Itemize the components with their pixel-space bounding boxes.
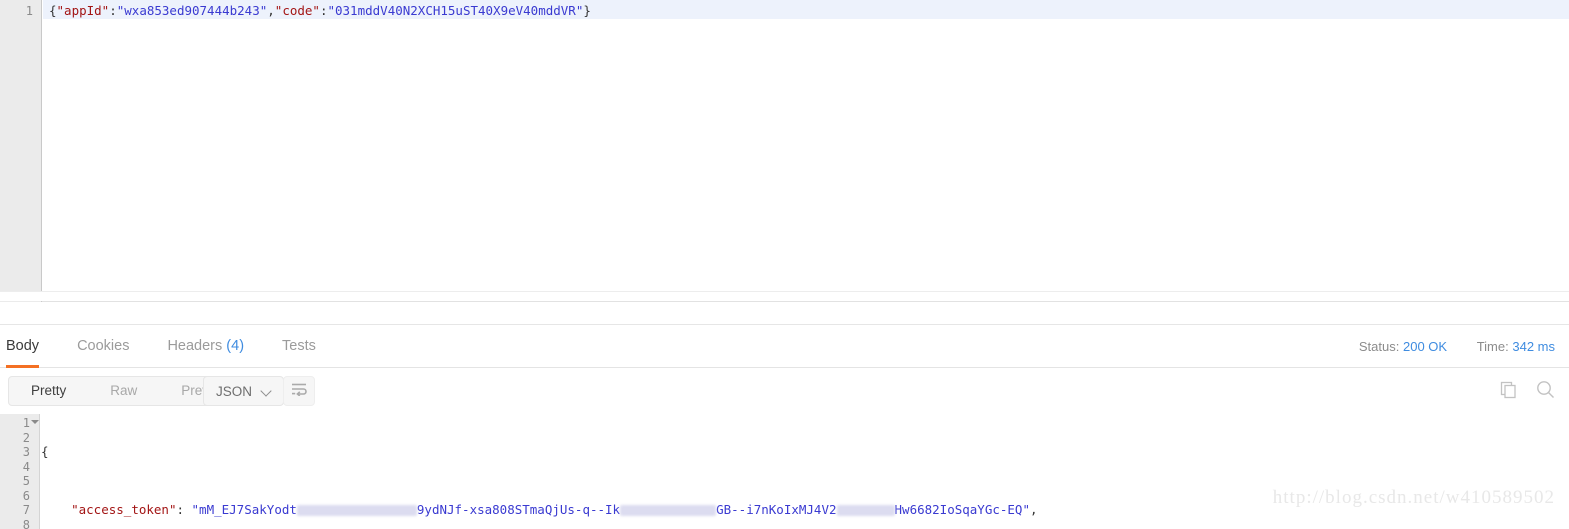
tab-headers-count: (4) xyxy=(226,338,245,354)
json-value-code: "031mddV40N2XCH15uST40X9eV40mddVR" xyxy=(327,3,584,18)
view-mode-raw[interactable]: Raw xyxy=(88,377,159,405)
time-value[interactable]: 342 ms xyxy=(1512,339,1555,354)
json-brace-open: { xyxy=(41,444,49,459)
tab-tests-label: Tests xyxy=(282,338,316,354)
response-format-select[interactable]: JSON xyxy=(203,376,285,406)
request-code-area[interactable]: {"appId":"wxa853ed907444b243","code":"03… xyxy=(43,0,1569,302)
colon: : xyxy=(176,502,192,517)
redacted-block xyxy=(620,505,717,516)
response-gutter: 1 2 3 4 5 6 7 8 xyxy=(0,414,40,529)
json-value-access-token-part1: "mM_EJ7SakYodt xyxy=(191,502,297,517)
view-mode-pretty[interactable]: Pretty xyxy=(9,377,88,405)
response-status-area: Status: 200 OK Time: 342 ms xyxy=(1359,339,1555,354)
postman-response-view: 1 {"appId":"wxa853ed907444b243","code":"… xyxy=(0,0,1569,529)
request-code-line: {"appId":"wxa853ed907444b243","code":"03… xyxy=(49,3,591,19)
json-colon: : xyxy=(109,3,117,18)
status-value[interactable]: 200 OK xyxy=(1403,339,1447,354)
tab-cookies-label: Cookies xyxy=(77,338,130,354)
json-key-appid: "appId" xyxy=(56,3,110,18)
response-line-numbers: 1 2 3 4 5 6 7 8 xyxy=(0,416,30,529)
tab-cookies[interactable]: Cookies xyxy=(77,326,129,368)
json-value-access-token-part2: 9ydNJf-xsa808STmaQjUs-q--Ik xyxy=(416,502,621,517)
comma: , xyxy=(1029,502,1038,517)
response-body-viewer[interactable]: 1 2 3 4 5 6 7 8 { "access_token": "mM_EJ… xyxy=(0,414,1569,529)
request-body-editor[interactable]: 1 {"appId":"wxa853ed907444b243","code":"… xyxy=(0,0,1569,302)
json-key-code: "code" xyxy=(274,3,320,18)
json-punct: { xyxy=(49,3,57,18)
line-number: 4 xyxy=(22,459,30,474)
line-number: 2 xyxy=(22,430,30,445)
line-number: 1 xyxy=(22,416,30,430)
code-line-2: "access_token": "mM_EJ7SakYodt 9ydNJf-xsa… xyxy=(41,502,1569,518)
line-number: 3 xyxy=(22,445,30,459)
json-value-access-token-part3: GB--i7nKoIxMJ4V2 xyxy=(716,502,837,517)
code-line-1: { xyxy=(41,444,1569,460)
tab-tests[interactable]: Tests xyxy=(282,326,316,368)
request-line-number: 1 xyxy=(25,4,33,18)
time-label: Time: xyxy=(1476,339,1509,354)
request-editor-gutter: 1 xyxy=(0,0,42,302)
editor-panel-divider xyxy=(0,303,1569,325)
status-label: Status: xyxy=(1358,339,1400,354)
request-editor-horizontal-scrollbar[interactable] xyxy=(0,291,1569,301)
redacted-block xyxy=(296,505,417,516)
line-number: 5 xyxy=(22,474,30,488)
json-comma: , xyxy=(267,3,275,18)
tab-body-label: Body xyxy=(6,338,40,354)
copy-icon[interactable] xyxy=(1500,381,1518,399)
word-wrap-icon xyxy=(291,382,308,401)
line-number: 8 xyxy=(22,517,30,529)
view-mode-raw-label: Raw xyxy=(110,383,138,398)
response-tool-icons xyxy=(1500,380,1555,399)
search-icon[interactable] xyxy=(1536,380,1555,399)
response-tabs-group: Body Cookies Headers (4) Tests xyxy=(0,326,354,368)
line-number: 6 xyxy=(22,488,30,503)
chevron-down-icon xyxy=(262,386,273,397)
view-mode-pretty-label: Pretty xyxy=(31,383,67,398)
tab-headers-label: Headers xyxy=(167,338,223,354)
tab-body[interactable]: Body xyxy=(6,326,40,368)
response-tab-bar: Body Cookies Headers (4) Tests Status: 2… xyxy=(0,326,1569,368)
response-code-area[interactable]: { "access_token": "mM_EJ7SakYodt 9ydNJf-x… xyxy=(41,416,1569,529)
json-brace-close: } xyxy=(583,3,591,18)
response-toolbar: Pretty Raw Preview JSON xyxy=(0,368,1569,414)
json-key-access-token: "access_token" xyxy=(71,502,177,517)
response-format-value: JSON xyxy=(216,383,253,399)
tab-headers[interactable]: Headers (4) xyxy=(167,326,244,368)
json-value-appid: "wxa853ed907444b243" xyxy=(116,3,268,18)
word-wrap-button[interactable] xyxy=(283,376,315,406)
fold-toggle-icon[interactable] xyxy=(31,420,39,424)
json-value-access-token-part4: Hw6682IoSqaYGc-EQ" xyxy=(894,502,1030,517)
redacted-block xyxy=(836,505,895,516)
line-number: 7 xyxy=(22,503,30,517)
